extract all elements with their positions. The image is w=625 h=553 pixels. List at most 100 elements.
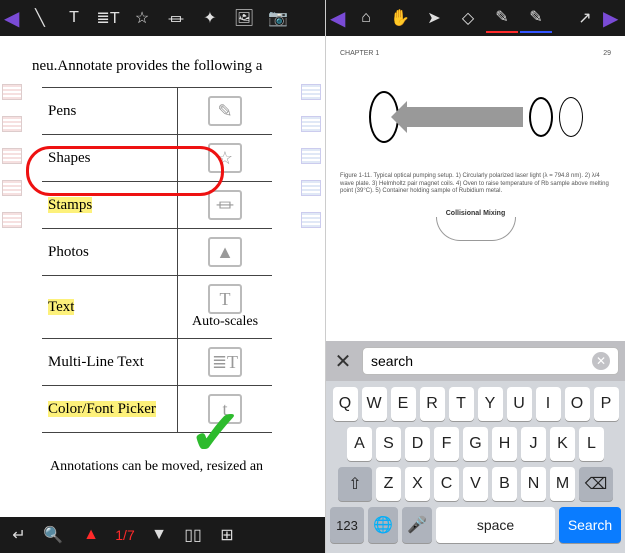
- table-row: Multi-Line Text≣T: [42, 339, 272, 386]
- table-row: Shapes☆: [42, 135, 272, 182]
- table-row: Color/Font Pickert: [42, 386, 272, 433]
- right-pane: ◀ ⌂ ✋ ➤ ◇ ✎ ✎ ↗ ▶ CHAPTER 1 29 Figure 1-…: [326, 0, 625, 553]
- key-l[interactable]: L: [579, 427, 604, 461]
- key-shift[interactable]: ⇧: [338, 467, 372, 501]
- key-b[interactable]: B: [492, 467, 517, 501]
- key-v[interactable]: V: [463, 467, 488, 501]
- key-e[interactable]: E: [391, 387, 416, 421]
- pencil-red-icon[interactable]: ✎: [486, 3, 518, 33]
- thumb-icon: [301, 180, 321, 196]
- search-bar: ✕ ✕: [326, 341, 625, 381]
- close-icon[interactable]: ✕: [332, 349, 354, 374]
- cell-label: Multi-Line Text: [48, 354, 144, 370]
- cell-label: Photos: [48, 244, 89, 260]
- thumb-icon: [2, 116, 22, 132]
- key-g[interactable]: G: [463, 427, 488, 461]
- table-row: Stamps⏛: [42, 182, 272, 229]
- cursor-icon[interactable]: ➤: [418, 2, 450, 34]
- collisional-heading: Collisional Mixing: [340, 210, 611, 217]
- key-q[interactable]: Q: [333, 387, 358, 421]
- right-document[interactable]: CHAPTER 1 29 Figure 1-11. Typical optica…: [326, 36, 625, 341]
- compass-tool-icon[interactable]: ✦: [194, 2, 226, 34]
- key-mic[interactable]: 🎤: [402, 507, 432, 543]
- thumb-icon: [301, 84, 321, 100]
- table-row: TextTAuto-scales: [42, 276, 272, 339]
- key-search[interactable]: Search: [559, 507, 621, 543]
- next-page-icon[interactable]: ▼: [144, 520, 174, 550]
- left-document[interactable]: neu.Annotate provides the following a Pe…: [0, 36, 325, 517]
- auto-scales-label: Auto-scales: [184, 314, 266, 330]
- key-h[interactable]: H: [492, 427, 517, 461]
- search-icon[interactable]: 🔍: [38, 520, 68, 550]
- table-row: Photos ▲: [42, 229, 272, 276]
- back-arrow-icon[interactable]: ◀: [4, 6, 22, 31]
- thumb-icon: [2, 84, 22, 100]
- key-z[interactable]: Z: [376, 467, 401, 501]
- back-arrow-icon[interactable]: ◀: [330, 6, 348, 31]
- cell-label: Color/Font Picker: [48, 401, 156, 417]
- hand-icon[interactable]: ✋: [384, 2, 416, 34]
- thumb-icon: [2, 180, 22, 196]
- return-icon[interactable]: ↵: [4, 520, 34, 550]
- draw-line-icon[interactable]: ╲: [24, 2, 56, 34]
- key-u[interactable]: U: [507, 387, 532, 421]
- key-a[interactable]: A: [347, 427, 372, 461]
- multiline-text-icon[interactable]: ≣T: [92, 2, 124, 34]
- home-icon[interactable]: ⌂: [350, 2, 382, 34]
- stamp-tool-icon[interactable]: ⏛: [160, 2, 192, 34]
- key-space[interactable]: space: [436, 507, 555, 543]
- key-n[interactable]: N: [521, 467, 546, 501]
- key-k[interactable]: K: [550, 427, 575, 461]
- photo-tool-icon[interactable]: 🖼: [228, 2, 260, 34]
- prev-page-icon[interactable]: ▲: [76, 520, 106, 550]
- key-backspace[interactable]: ⌫: [579, 467, 613, 501]
- chapter-label: CHAPTER 1: [340, 50, 379, 57]
- key-f[interactable]: F: [434, 427, 459, 461]
- clear-icon[interactable]: ✕: [592, 352, 610, 370]
- intro-text: neu.Annotate provides the following a: [32, 58, 317, 75]
- footer-text: Annotations can be moved, resized an: [50, 459, 317, 475]
- key-c[interactable]: C: [434, 467, 459, 501]
- bookmarks-icon[interactable]: ▯▯: [178, 520, 208, 550]
- arc-diagram: [436, 217, 516, 241]
- pencil-blue-icon[interactable]: ✎: [520, 3, 552, 33]
- star-icon: ☆: [208, 143, 242, 173]
- key-s[interactable]: S: [376, 427, 401, 461]
- key-t[interactable]: T: [449, 387, 474, 421]
- thumb-icon: [301, 212, 321, 228]
- right-toolbar: ◀ ⌂ ✋ ➤ ◇ ✎ ✎ ↗ ▶: [326, 0, 625, 36]
- search-input[interactable]: [371, 353, 586, 369]
- image-icon: ▲: [208, 237, 242, 267]
- key-m[interactable]: M: [550, 467, 575, 501]
- figure-caption: Figure 1-11. Typical optical pumping set…: [340, 173, 611, 196]
- keyboard-row-4: 123 🌐 🎤 space Search: [330, 507, 621, 543]
- share-icon[interactable]: ↗: [569, 2, 601, 34]
- key-globe[interactable]: 🌐: [368, 507, 398, 543]
- text-tool-icon[interactable]: T: [58, 2, 90, 34]
- search-field[interactable]: ✕: [362, 347, 619, 375]
- key-y[interactable]: Y: [478, 387, 503, 421]
- forward-arrow-icon[interactable]: ▶: [603, 6, 621, 31]
- thumbnails-icon[interactable]: ⊞: [212, 520, 242, 550]
- thumb-icon: [301, 148, 321, 164]
- key-o[interactable]: O: [565, 387, 590, 421]
- page-number: 29: [603, 50, 611, 57]
- key-numbers[interactable]: 123: [330, 507, 364, 543]
- key-i[interactable]: I: [536, 387, 561, 421]
- waveplate-icon: [559, 97, 583, 137]
- left-pane: ◀ ╲ T ≣T ☆ ⏛ ✦ 🖼 📷 neu.Annotate provides…: [0, 0, 326, 553]
- camera-tool-icon[interactable]: 📷: [262, 2, 294, 34]
- keyboard-row-3: ⇧ Z X C V B N M ⌫: [330, 467, 621, 501]
- eraser-icon[interactable]: ◇: [452, 2, 484, 34]
- key-x[interactable]: X: [405, 467, 430, 501]
- key-r[interactable]: R: [420, 387, 445, 421]
- key-j[interactable]: J: [521, 427, 546, 461]
- key-w[interactable]: W: [362, 387, 387, 421]
- thumb-icon: [2, 212, 22, 228]
- left-thumb-strip: [2, 84, 24, 228]
- key-p[interactable]: P: [594, 387, 619, 421]
- cell-label: Stamps: [48, 197, 92, 213]
- shapes-tool-icon[interactable]: ☆: [126, 2, 158, 34]
- key-d[interactable]: D: [405, 427, 430, 461]
- cell-label: Pens: [48, 103, 76, 119]
